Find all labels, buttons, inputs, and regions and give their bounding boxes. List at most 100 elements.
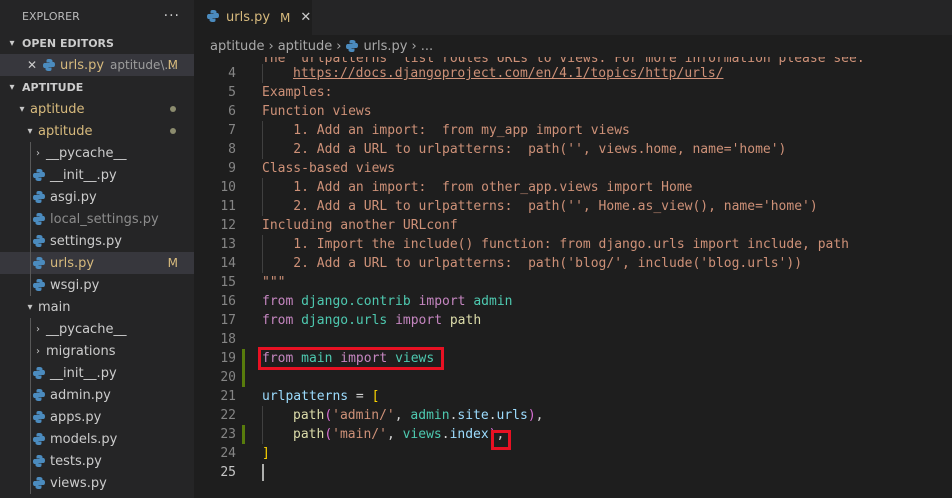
tree-item-label: admin.py <box>50 387 111 403</box>
python-file-icon <box>32 278 46 292</box>
tree-folder-main[interactable]: ▾ main <box>0 296 194 318</box>
explorer-title: EXPLORER <box>22 9 80 23</box>
line-number: 12 <box>220 218 236 233</box>
indent-guide <box>30 450 31 472</box>
modified-badge: M <box>280 10 291 25</box>
tab-title: urls.py <box>226 10 271 25</box>
code-line: 4 https://docs.djangoproject.com/en/4.1/… <box>194 64 952 83</box>
line-number: 20 <box>220 370 236 385</box>
text-cursor <box>262 464 264 481</box>
modified-gutter-marker <box>242 425 245 444</box>
workspace-section[interactable]: ▾ APTITUDE <box>0 76 194 98</box>
indent-guide <box>30 164 31 186</box>
close-icon[interactable]: ✕ <box>24 58 40 72</box>
modified-dot <box>170 128 176 134</box>
tree-item-label: __init__.py <box>50 365 117 381</box>
tree-file-urls[interactable]: urls.py M <box>0 252 194 274</box>
open-editors-label: OPEN EDITORS <box>22 36 114 50</box>
tab-urls-py[interactable]: urls.py M ✕ <box>194 0 312 35</box>
line-number: 24 <box>220 446 236 461</box>
code-line: 25 <box>194 463 952 482</box>
open-editors-section[interactable]: ▾ OPEN EDITORS <box>0 32 194 54</box>
tree-file-settings[interactable]: settings.py <box>0 230 194 252</box>
code-text: Class-based views <box>262 161 396 176</box>
tree-file-wsgi[interactable]: wsgi.py <box>0 274 194 296</box>
tree-file-apps[interactable]: apps.py <box>0 406 194 428</box>
line-number: 19 <box>220 351 236 366</box>
code-link[interactable]: https://docs.djangoproject.com/en/4.1/to… <box>293 66 723 81</box>
tree-file-admin[interactable]: admin.py <box>0 384 194 406</box>
tree-folder-pycache[interactable]: › __pycache__ <box>0 142 194 164</box>
tree-file-models[interactable]: models.py <box>0 428 194 450</box>
more-actions-icon[interactable]: ··· <box>164 8 180 24</box>
editor-tab-bar: urls.py M ✕ <box>194 0 952 35</box>
open-editor-path: aptitude\... <box>110 58 176 72</box>
code-text: 1. Import the include() function: from d… <box>262 237 849 252</box>
highlight-box-import <box>258 347 444 370</box>
line-number: 18 <box>220 332 236 347</box>
tree-item-label: tests.py <box>50 453 102 469</box>
line-number: 9 <box>228 161 236 176</box>
tree-item-label: migrations <box>46 343 116 359</box>
python-file-icon <box>32 388 46 402</box>
open-editor-item-urls[interactable]: ✕ urls.py aptitude\... M <box>0 54 194 76</box>
indent-guide <box>30 428 31 450</box>
indent-guide <box>30 274 31 296</box>
breadcrumb-item[interactable]: aptitude <box>210 39 265 54</box>
code-line: 16 from django.contrib import admin <box>194 292 952 311</box>
breadcrumb-item[interactable]: aptitude <box>278 39 333 54</box>
line-number: 25 <box>220 465 236 480</box>
code-line: 21 urlpatterns = [ <box>194 387 952 406</box>
code-editor[interactable]: The `urlpatterns` list routes URLs to vi… <box>194 57 952 498</box>
chevron-right-icon: › <box>36 323 40 335</box>
tree-file-local-settings[interactable]: local_settings.py <box>0 208 194 230</box>
tree-item-label: apps.py <box>50 409 102 425</box>
explorer-sidebar: EXPLORER ··· ▾ OPEN EDITORS ✕ urls.py ap… <box>0 0 194 498</box>
modified-gutter-marker <box>242 349 245 368</box>
code-line: 14 2. Add a URL to urlpatterns: path('bl… <box>194 254 952 273</box>
tree-folder-main-pycache[interactable]: › __pycache__ <box>0 318 194 340</box>
code-line: 10 1. Add an import: from other_app.view… <box>194 178 952 197</box>
code-text: """ <box>262 275 286 290</box>
line-number: 5 <box>228 85 236 100</box>
code-text: 2. Add a URL to urlpatterns: path('', Ho… <box>262 199 818 214</box>
code-text: 2. Add a URL to urlpatterns: path('blog/… <box>262 256 803 271</box>
tree-item-label: asgi.py <box>50 189 97 205</box>
code-line: 20 <box>194 368 952 387</box>
indent-guide <box>30 340 31 362</box>
tree-item-label: __init__.py <box>50 167 117 183</box>
line-number: 13 <box>220 237 236 252</box>
indent-guide <box>30 472 31 494</box>
tree-file-views[interactable]: views.py <box>0 472 194 494</box>
code-line: 23 path('main/', views.index), <box>194 425 952 444</box>
indent-guide <box>262 64 263 83</box>
code-line: 22 path('admin/', admin.site.urls), <box>194 406 952 425</box>
code-line: 5 Examples: <box>194 83 952 102</box>
python-file-icon <box>32 432 46 446</box>
tree-file-asgi[interactable]: asgi.py <box>0 186 194 208</box>
python-file-icon <box>32 234 46 248</box>
chevron-right-icon: › <box>268 38 274 54</box>
tree-folder-aptitude-root[interactable]: ▾ aptitude <box>0 98 194 120</box>
tree-item-label: aptitude <box>38 123 93 139</box>
close-icon[interactable]: ✕ <box>300 10 311 25</box>
code-text: from django.contrib import admin <box>262 294 513 309</box>
line-number: 6 <box>228 104 236 119</box>
python-file-icon <box>32 454 46 468</box>
code-line: 13 1. Import the include() function: fro… <box>194 235 952 254</box>
tree-file-init[interactable]: __init__.py <box>0 164 194 186</box>
breadcrumb-item[interactable]: urls.py <box>363 39 407 54</box>
line-number: 17 <box>220 313 236 328</box>
indent-guide <box>30 406 31 428</box>
indent-guide <box>262 425 263 444</box>
breadcrumb-item[interactable]: ... <box>421 39 433 54</box>
tree-file-tests[interactable]: tests.py <box>0 450 194 472</box>
python-file-icon <box>32 476 46 490</box>
tree-file-main-init[interactable]: __init__.py <box>0 362 194 384</box>
tree-folder-aptitude[interactable]: ▾ aptitude <box>0 120 194 142</box>
highlight-box-comma <box>491 430 511 450</box>
code-line: 12 Including another URLconf <box>194 216 952 235</box>
code-line: 8 2. Add a URL to urlpatterns: path('', … <box>194 140 952 159</box>
tree-folder-migrations[interactable]: › migrations <box>0 340 194 362</box>
indent-guide <box>262 406 263 425</box>
